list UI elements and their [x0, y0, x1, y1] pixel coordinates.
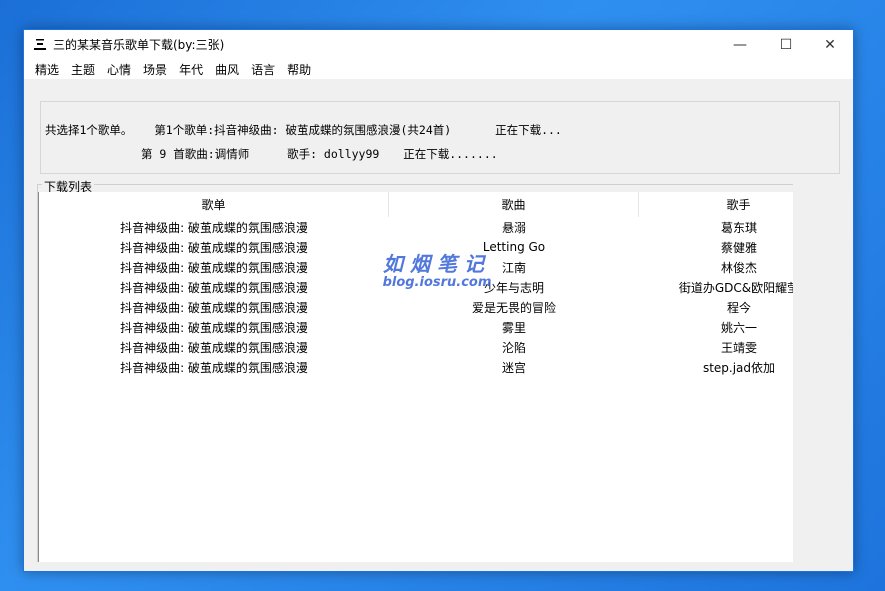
cell-singer: 程今: [726, 300, 751, 315]
app-window: 三的某某音乐歌单下载(by:三张) — ☐ ✕ 精选 主题 心情 场景 年代 曲…: [23, 29, 854, 572]
song-state-text: 正在下载.......: [403, 147, 498, 161]
maximize-button[interactable]: ☐: [763, 30, 809, 59]
selected-count-text: 共选择1个歌单。: [45, 123, 133, 137]
menu-item-featured[interactable]: 精选: [29, 61, 65, 78]
status-line-song: 第 9 首歌曲:调情师 歌手: dollyy99 正在下载.......: [141, 146, 498, 162]
menu-item-language[interactable]: 语言: [245, 61, 281, 78]
table-row[interactable]: 抖音神级曲: 破茧成蝶的氛围感浪漫 Letting Go 蔡健雅: [39, 237, 793, 257]
cell-playlist: 抖音神级曲: 破茧成蝶的氛围感浪漫: [120, 240, 308, 255]
app-logo-icon: [34, 39, 46, 50]
menu-item-help[interactable]: 帮助: [281, 61, 317, 78]
table-row[interactable]: 抖音神级曲: 破茧成蝶的氛围感浪漫 迷宫 step.jad依加: [39, 357, 793, 377]
status-line-playlist: 共选择1个歌单。 第1个歌单:抖音神级曲: 破茧成蝶的氛围感浪漫(共24首) 正…: [45, 122, 562, 138]
cell-playlist: 抖音神级曲: 破茧成蝶的氛围感浪漫: [120, 360, 308, 375]
menu-item-mood[interactable]: 心情: [101, 61, 137, 78]
title-bar[interactable]: 三的某某音乐歌单下载(by:三张) — ☐ ✕: [24, 30, 853, 59]
cell-singer: 王靖雯: [720, 340, 757, 355]
cell-song: 迷宫: [501, 360, 526, 375]
cell-playlist: 抖音神级曲: 破茧成蝶的氛围感浪漫: [120, 340, 308, 355]
singer-info-text: 歌手: dollyy99: [287, 147, 380, 161]
playlist-info-text: 第1个歌单:抖音神级曲: 破茧成蝶的氛围感浪漫(共24首): [154, 123, 452, 137]
cell-song: 悬溺: [501, 220, 526, 235]
cell-singer: 葛东琪: [720, 220, 757, 235]
cell-singer: 蔡健雅: [720, 240, 757, 255]
table-row[interactable]: 抖音神级曲: 破茧成蝶的氛围感浪漫 少年与志明 街道办GDC&欧阳耀莹: [39, 277, 793, 297]
cell-singer: 街道办GDC&欧阳耀莹: [678, 280, 793, 295]
menu-item-genre[interactable]: 曲风: [209, 61, 245, 78]
list-header: 歌单 歌曲 歌手: [39, 192, 793, 217]
menu-item-era[interactable]: 年代: [173, 61, 209, 78]
minimize-button[interactable]: —: [717, 30, 763, 59]
cell-song: 江南: [501, 260, 526, 275]
close-icon: ✕: [824, 36, 836, 53]
table-row[interactable]: 抖音神级曲: 破茧成蝶的氛围感浪漫 江南 林俊杰: [39, 257, 793, 277]
cell-singer: step.jad依加: [702, 360, 776, 375]
list-rows: 抖音神级曲: 破茧成蝶的氛围感浪漫 悬溺 葛东琪 抖音神级曲: 破茧成蝶的氛围感…: [39, 217, 793, 377]
cell-song: 雾里: [501, 320, 526, 335]
song-info-text: 第 9 首歌曲:调情师: [141, 147, 250, 161]
window-title: 三的某某音乐歌单下载(by:三张): [53, 38, 225, 52]
download-list-view[interactable]: 歌单 歌曲 歌手 抖音神级曲: 破茧成蝶的氛围感浪漫 悬溺 葛东琪 抖音神级曲:…: [38, 192, 793, 562]
column-header-playlist[interactable]: 歌单: [39, 192, 389, 217]
cell-playlist: 抖音神级曲: 破茧成蝶的氛围感浪漫: [120, 220, 308, 235]
download-status-panel: 共选择1个歌单。 第1个歌单:抖音神级曲: 破茧成蝶的氛围感浪漫(共24首) 正…: [40, 101, 840, 174]
cell-singer: 姚六一: [720, 320, 757, 335]
cell-playlist: 抖音神级曲: 破茧成蝶的氛围感浪漫: [120, 260, 308, 275]
column-header-song[interactable]: 歌曲: [389, 192, 639, 217]
cell-song: 少年与志明: [483, 280, 544, 295]
cell-singer: 林俊杰: [720, 260, 757, 275]
menu-item-scene[interactable]: 场景: [137, 61, 173, 78]
close-button[interactable]: ✕: [807, 30, 853, 59]
table-row[interactable]: 抖音神级曲: 破茧成蝶的氛围感浪漫 爱是无畏的冒险 程今: [39, 297, 793, 317]
maximize-icon: ☐: [779, 36, 793, 53]
table-row[interactable]: 抖音神级曲: 破茧成蝶的氛围感浪漫 沦陷 王靖雯: [39, 337, 793, 357]
cell-song: 爱是无畏的冒险: [471, 300, 556, 315]
column-header-singer[interactable]: 歌手: [639, 192, 793, 217]
table-row[interactable]: 抖音神级曲: 破茧成蝶的氛围感浪漫 雾里 姚六一: [39, 317, 793, 337]
cell-song: Letting Go: [482, 240, 546, 254]
playlist-state-text: 正在下载...: [495, 123, 562, 137]
menu-bar: 精选 主题 心情 场景 年代 曲风 语言 帮助: [24, 59, 853, 79]
cell-playlist: 抖音神级曲: 破茧成蝶的氛围感浪漫: [120, 280, 308, 295]
table-row[interactable]: 抖音神级曲: 破茧成蝶的氛围感浪漫 悬溺 葛东琪: [39, 217, 793, 237]
cell-playlist: 抖音神级曲: 破茧成蝶的氛围感浪漫: [120, 320, 308, 335]
cell-song: 沦陷: [501, 340, 526, 355]
cell-playlist: 抖音神级曲: 破茧成蝶的氛围感浪漫: [120, 300, 308, 315]
menu-item-theme[interactable]: 主题: [65, 61, 101, 78]
minimize-icon: —: [733, 36, 747, 53]
